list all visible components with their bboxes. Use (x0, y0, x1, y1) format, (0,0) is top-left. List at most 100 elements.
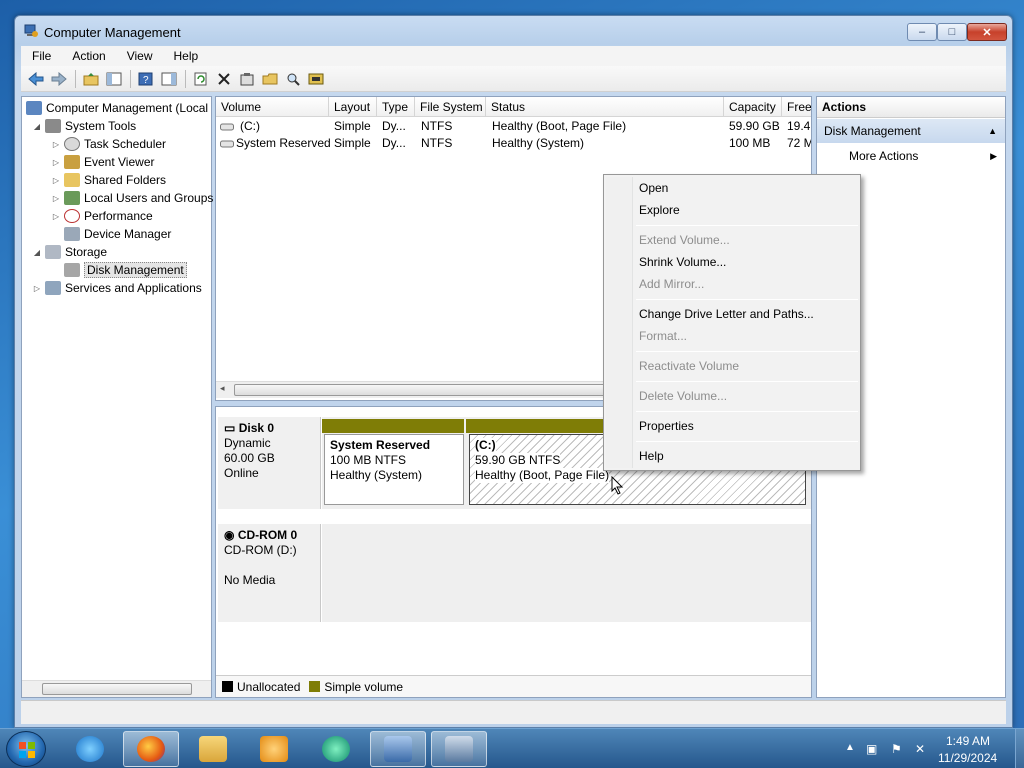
actions-section-label: Disk Management (824, 124, 921, 138)
expand-icon[interactable]: ▷ (51, 176, 61, 185)
menu-item-add-mirror[interactable]: Add Mirror... (639, 274, 704, 294)
tree-item-performance[interactable]: ▷ Performance (51, 207, 153, 225)
more-actions-label: More Actions (849, 149, 919, 163)
collapse-icon[interactable]: ◢ (32, 122, 42, 131)
column-free[interactable]: Free (782, 97, 811, 117)
menu-item-open[interactable]: Open (639, 178, 668, 198)
show-desktop-button[interactable] (1015, 729, 1024, 768)
tree-horizontal-scrollbar[interactable] (22, 680, 211, 697)
collapse-icon[interactable]: ◢ (32, 248, 42, 257)
console-tree-pane: Computer Management (Local ◢ System Tool… (21, 96, 213, 698)
volume-muted-icon[interactable]: ✕ (915, 742, 925, 756)
tree-item-label: Event Viewer (84, 155, 155, 169)
expand-icon[interactable]: ▷ (51, 194, 61, 203)
taskbar-media-player[interactable] (246, 731, 302, 767)
scrollbar-thumb[interactable] (234, 384, 614, 396)
open-folder-icon[interactable] (259, 69, 280, 89)
tree-item-system-tools[interactable]: ◢ System Tools (32, 117, 136, 135)
delete-icon[interactable] (213, 69, 234, 89)
tree-item-device-manager[interactable]: Device Manager (51, 225, 171, 243)
table-row[interactable]: System Reserved Simple Dy... NTFS Health… (216, 135, 811, 152)
expand-icon[interactable]: ▷ (51, 140, 61, 149)
title-bar[interactable]: Computer Management – □ ✕ (15, 16, 1012, 46)
tree-item-task-scheduler[interactable]: ▷ Task Scheduler (51, 135, 166, 153)
tree-item-local-users-and-groups[interactable]: ▷ Local Users and Groups (51, 189, 213, 207)
simple-volume-swatch (309, 681, 321, 692)
menu-file[interactable]: File (21, 49, 61, 63)
column-capacity[interactable]: Capacity (724, 97, 782, 117)
cell-capacity: 100 MB (729, 136, 771, 150)
tree-item-storage[interactable]: ◢ Storage (32, 243, 107, 261)
tree-item-services-and-applications[interactable]: ▷ Services and Applications (32, 279, 202, 297)
show-hide-action-pane-icon[interactable] (158, 69, 179, 89)
actions-section-disk-management[interactable]: Disk Management ▲ (817, 119, 1005, 143)
menu-item-delete-volume[interactable]: Delete Volume... (639, 386, 727, 406)
taskbar-app[interactable] (308, 731, 364, 767)
collapse-up-icon[interactable]: ▲ (988, 119, 997, 143)
menu-view[interactable]: View (116, 49, 163, 63)
taskbar-file-explorer[interactable] (185, 731, 241, 767)
menu-item-reactivate-volume[interactable]: Reactivate Volume (639, 356, 739, 376)
partition-name: System Reserved (330, 438, 431, 452)
partition-system-reserved[interactable]: System Reserved 100 MB NTFS Healthy (Sys… (324, 434, 464, 505)
back-arrow-icon[interactable] (25, 69, 46, 89)
actions-title: Actions (817, 97, 1005, 118)
clock-date[interactable]: 11/29/2024 (938, 751, 997, 765)
menu-action[interactable]: Action (61, 49, 115, 63)
column-file-system[interactable]: File System (415, 97, 486, 117)
start-button[interactable] (6, 731, 46, 767)
tree-item-shared-folders[interactable]: ▷ Shared Folders (51, 171, 166, 189)
cdrom-0-header[interactable]: ◉ CD-ROM 0 CD-ROM (D:) No Media (218, 524, 321, 622)
properties-icon[interactable] (236, 69, 257, 89)
menu-item-format[interactable]: Format... (639, 326, 687, 346)
table-row[interactable]: (C:) Simple Dy... NTFS Healthy (Boot, Pa… (216, 118, 811, 135)
partition-name: (C:) (475, 438, 496, 453)
forward-arrow-icon[interactable] (48, 69, 69, 89)
scroll-left-icon[interactable]: ◂ (220, 383, 225, 394)
show-hidden-icons-icon[interactable]: ▲ (845, 742, 855, 753)
close-button[interactable]: ✕ (967, 23, 1007, 41)
taskbar-computer-management[interactable] (431, 731, 487, 767)
menu-item-help[interactable]: Help (639, 446, 664, 466)
action-center-flag-icon[interactable]: ⚑ (891, 742, 902, 756)
disk-0-header[interactable]: ▭ Disk 0 Dynamic 60.00 GB Online (218, 417, 321, 509)
tree-item-label: Device Manager (84, 227, 172, 241)
menu-item-explore[interactable]: Explore (639, 200, 680, 220)
disk-settings-icon[interactable] (305, 69, 326, 89)
help-icon[interactable]: ? (135, 69, 156, 89)
more-actions-item[interactable]: More Actions ▶ (817, 145, 1005, 167)
expand-icon[interactable]: ▷ (32, 284, 42, 293)
taskbar-internet-explorer[interactable] (62, 731, 118, 767)
expand-icon[interactable]: ▷ (51, 158, 61, 167)
column-volume[interactable]: Volume (216, 97, 329, 117)
search-icon[interactable] (282, 69, 303, 89)
expand-icon[interactable]: ▷ (51, 212, 61, 221)
tree-item-label: Computer Management (Local (46, 101, 209, 115)
taskbar-firefox[interactable] (123, 731, 179, 767)
column-layout[interactable]: Layout (329, 97, 377, 117)
network-icon[interactable]: ▣ (866, 742, 877, 756)
tree-item-disk-management[interactable]: Disk Management (51, 261, 187, 279)
maximize-button[interactable]: □ (937, 23, 967, 41)
scrollbar-thumb[interactable] (42, 683, 192, 695)
taskbar-remote-desktop[interactable] (370, 731, 426, 767)
tree-item-computer-management[interactable]: Computer Management (Local (26, 99, 208, 117)
shared-folder-icon (64, 173, 80, 187)
minimize-button[interactable]: – (907, 23, 937, 41)
column-type[interactable]: Type (377, 97, 415, 117)
menu-separator (636, 381, 858, 382)
performance-icon (64, 209, 80, 223)
clock-time[interactable]: 1:49 AM (946, 734, 990, 748)
toolbar-separator (185, 69, 186, 88)
menu-item-shrink-volume[interactable]: Shrink Volume... (639, 252, 726, 272)
refresh-icon[interactable] (190, 69, 211, 89)
menu-item-change-drive-letter[interactable]: Change Drive Letter and Paths... (639, 304, 814, 324)
column-status[interactable]: Status (486, 97, 724, 117)
up-folder-icon[interactable] (80, 69, 101, 89)
tree-item-event-viewer[interactable]: ▷ Event Viewer (51, 153, 154, 171)
show-hide-console-tree-icon[interactable] (103, 69, 124, 89)
menu-item-properties[interactable]: Properties (639, 416, 694, 436)
menu-item-extend-volume[interactable]: Extend Volume... (639, 230, 730, 250)
menu-help[interactable]: Help (163, 49, 209, 63)
services-icon (45, 281, 61, 295)
